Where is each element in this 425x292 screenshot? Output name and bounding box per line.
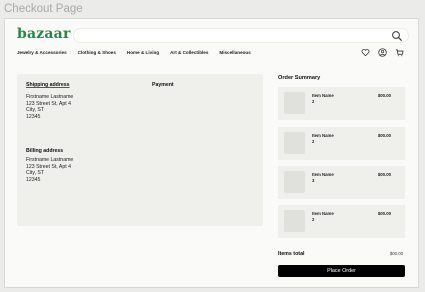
search-icon[interactable] <box>391 30 403 42</box>
order-item[interactable]: Item Name 2 $00.00 <box>278 87 405 120</box>
item-thumbnail <box>284 210 305 232</box>
shipping-street: 123 Street St, Apt 4 <box>26 100 71 107</box>
billing-zip: 12345 <box>26 176 41 183</box>
order-item[interactable]: Item Name 2 $00.00 <box>278 205 405 238</box>
user-icon[interactable] <box>378 48 387 57</box>
billing-address-block: Firstname Lastname 123 Street St, Apt 4 … <box>26 157 73 183</box>
item-price: $00.00 <box>377 211 391 216</box>
tab-payment[interactable]: Payment <box>152 82 174 88</box>
category-nav: Jewelry & Accessories Clothing & Shoes H… <box>17 50 262 55</box>
item-quantity: 2 <box>312 139 315 144</box>
nav-item-art[interactable]: Art & Collectibles <box>170 50 208 55</box>
shipping-city: City, ST <box>26 107 45 114</box>
search-input[interactable] <box>73 28 409 43</box>
billing-name: Firstname Lastname <box>26 157 74 163</box>
tab-shipping-address[interactable]: Shipping address <box>26 82 70 88</box>
billing-street: 123 Street St, Apt 4 <box>26 163 71 170</box>
item-thumbnail <box>284 92 305 114</box>
order-item[interactable]: Item Name 3 $00.00 <box>278 166 405 199</box>
item-quantity: 2 <box>312 217 315 222</box>
nav-item-misc[interactable]: Miscellaneous <box>219 50 250 55</box>
item-thumbnail <box>284 132 305 154</box>
nav-item-home[interactable]: Home & Living <box>127 50 159 55</box>
item-thumbnail <box>284 171 305 193</box>
order-summary: Order Summary Item Name 2 $00.00 Item Na… <box>278 74 408 238</box>
header-icons <box>361 48 404 57</box>
item-price: $00.00 <box>377 133 391 138</box>
item-quantity: 3 <box>312 178 315 183</box>
checkout-frame: bazaar Jewelry & Accessories Clothing & … <box>4 18 419 288</box>
nav-item-jewelry[interactable]: Jewelry & Accessories <box>17 50 67 55</box>
top-bar: bazaar Jewelry & Accessories Clothing & … <box>5 19 418 65</box>
heart-icon[interactable] <box>361 48 370 57</box>
billing-address-title: Billing address <box>26 148 64 154</box>
item-quantity: 2 <box>312 99 315 104</box>
billing-city: City, ST <box>26 170 45 177</box>
nav-item-clothing[interactable]: Clothing & Shoes <box>78 50 116 55</box>
item-name: Item Name <box>312 133 334 138</box>
order-item[interactable]: Item Name 2 $00.00 <box>278 127 405 160</box>
cart-icon[interactable] <box>395 48 404 57</box>
brand-logo[interactable]: bazaar <box>17 26 71 42</box>
item-price: $00.00 <box>377 172 391 177</box>
item-name: Item Name <box>312 93 334 98</box>
checkout-panel: Shipping address Payment Firstname Lastn… <box>17 74 263 226</box>
items-total-value: $00.00 <box>389 251 403 256</box>
place-order-button[interactable]: Place Order <box>278 265 405 277</box>
shipping-name: Firstname Lastname <box>26 94 74 100</box>
item-price: $00.00 <box>377 93 391 98</box>
shipping-address-block: Firstname Lastname 123 Street St, Apt 4 … <box>26 94 73 120</box>
item-name: Item Name <box>312 172 334 177</box>
items-total-label: Items total <box>278 251 305 257</box>
item-name: Item Name <box>312 211 334 216</box>
shipping-zip: 12345 <box>26 113 41 120</box>
page-caption: Checkout Page <box>4 3 83 15</box>
order-summary-title: Order Summary <box>278 75 321 81</box>
